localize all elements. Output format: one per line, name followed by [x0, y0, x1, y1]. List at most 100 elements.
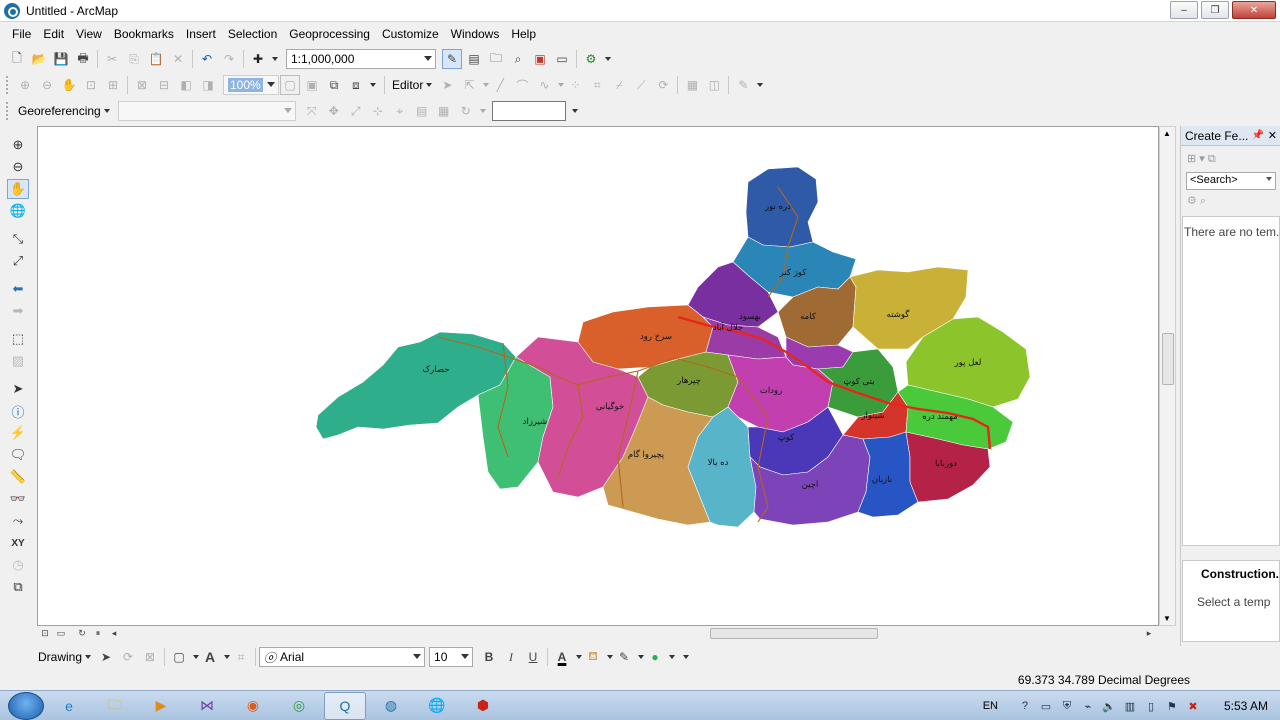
select-features-icon[interactable]: ⬚ — [7, 329, 29, 349]
pause-drawing-icon[interactable]: ⏸ — [91, 627, 105, 639]
go-to-xy-icon[interactable]: XY — [7, 533, 29, 553]
search-window-icon[interactable]: ⌕ — [508, 49, 528, 69]
pin-icon[interactable]: 📌 — [1252, 130, 1264, 141]
organize-templates-icon[interactable]: ⊞ ▾ ⧉ — [1187, 152, 1216, 166]
add-data-icon[interactable]: ✚ — [248, 49, 268, 69]
arcglobe-icon[interactable]: 🌐 — [416, 692, 458, 720]
catalog-icon[interactable]: 🗀 — [486, 49, 506, 69]
hyperlink-icon[interactable]: ⚡ — [7, 423, 29, 443]
chevron-down-icon[interactable] — [479, 109, 486, 113]
split-icon[interactable]: ⟋ — [631, 75, 651, 95]
print-icon[interactable]: 🖶 — [73, 49, 93, 69]
arccatalog-icon[interactable]: ◍ — [370, 692, 412, 720]
scroll-down-icon[interactable]: ▼ — [1163, 614, 1171, 623]
chrome-icon[interactable]: ◎ — [278, 692, 320, 720]
speaker-tray-icon[interactable]: 🔈 — [1101, 698, 1117, 714]
rectangle-icon[interactable]: ▢ — [169, 647, 189, 667]
chevron-down-icon[interactable] — [193, 655, 200, 659]
redo-icon[interactable]: ↷ — [219, 49, 239, 69]
sketch-properties-icon[interactable]: ◫ — [704, 75, 724, 95]
menu-insert[interactable]: Insert — [180, 23, 222, 45]
zoom-in-icon[interactable]: ⊕ — [7, 135, 29, 155]
horizontal-scroll-thumb[interactable] — [710, 628, 878, 639]
georeferencing-menu[interactable]: Georeferencing — [14, 104, 114, 118]
flag-tray-icon[interactable]: ⚑ — [1164, 698, 1180, 714]
line-color-icon[interactable]: ✎ — [614, 647, 634, 667]
start-button[interactable] — [8, 691, 44, 720]
rotate-degrees-icon[interactable]: ↻ — [456, 101, 476, 121]
fixed-zoom-in-icon[interactable]: ⤡ — [7, 229, 29, 249]
layout-view-icon[interactable]: ▭ — [54, 627, 68, 639]
minimize-button[interactable]: – — [1170, 1, 1198, 19]
fixed-zoom-in-icon[interactable]: ⊠ — [132, 75, 152, 95]
network-tray-icon[interactable]: ▥ — [1122, 698, 1138, 714]
scale-icon[interactable]: ⤢ — [346, 101, 366, 121]
menu-help[interactable]: Help — [505, 23, 542, 45]
fixed-zoom-out-icon[interactable]: ⊟ — [154, 75, 174, 95]
clear-selection-icon[interactable]: ▨ — [7, 351, 29, 371]
georef-layer-combo[interactable] — [117, 101, 296, 121]
template-search-input[interactable]: <Search> — [1186, 172, 1276, 190]
save-icon[interactable]: 💾 — [51, 49, 71, 69]
menu-windows[interactable]: Windows — [445, 23, 506, 45]
select-elements-icon[interactable]: ➤ — [96, 647, 116, 667]
python-window-icon[interactable]: ▭ — [552, 49, 572, 69]
model-builder-icon[interactable]: ⚙ — [581, 49, 601, 69]
vertex-icon[interactable]: ⁘ — [565, 75, 585, 95]
undo-icon[interactable]: ↶ — [197, 49, 217, 69]
zoom-selected-icon[interactable]: ⊠ — [140, 647, 160, 667]
menu-bookmarks[interactable]: Bookmarks — [108, 23, 180, 45]
new-text-icon[interactable]: A — [200, 647, 220, 667]
edit-annotation-icon[interactable]: ⇱ — [459, 75, 479, 95]
zoom-out-fixed-icon[interactable]: ⊖ — [37, 75, 57, 95]
control-points-icon[interactable]: ⌖ — [390, 101, 410, 121]
acrobat-icon[interactable]: ⬢ — [462, 692, 504, 720]
close-panel-icon[interactable]: ✕ — [1268, 129, 1277, 142]
chevron-down-icon[interactable] — [224, 655, 231, 659]
usb-tray-icon[interactable]: ⌁ — [1080, 698, 1096, 714]
toggle-draft-icon[interactable]: ▢ — [280, 75, 300, 95]
error-tray-icon[interactable]: ✖ — [1185, 698, 1201, 714]
shift-icon[interactable]: ✥ — [324, 101, 344, 121]
time-slider-icon[interactable]: ◷ — [7, 555, 29, 575]
language-indicator[interactable]: EN — [983, 700, 998, 712]
rotate-element-icon[interactable]: ⟳ — [118, 647, 138, 667]
display-tray-icon[interactable]: ▭ — [1038, 698, 1054, 714]
fixed-zoom-out-icon[interactable]: ⤢ — [7, 251, 29, 271]
font-color-icon[interactable]: A — [552, 647, 572, 667]
find-route-icon[interactable]: ⤳ — [7, 511, 29, 531]
arcmap-taskbar-icon[interactable]: Q — [324, 691, 366, 720]
map-display[interactable]: دره نور کوز کنر جلال آباد بهسود کامه گوش… — [37, 126, 1159, 626]
editor-menu[interactable]: Editor — [388, 78, 436, 92]
toolbar-options-arrow[interactable] — [571, 109, 578, 113]
create-features-icon[interactable]: ✎ — [733, 75, 753, 95]
data-view-icon[interactable]: ⊡ — [38, 627, 52, 639]
map-vertical-scrollbar[interactable]: ▲ ▼ — [1159, 126, 1176, 626]
viewer-icon[interactable]: ▦ — [434, 101, 454, 121]
layout-zoom-combo[interactable]: 100% — [223, 75, 279, 95]
fill-color-icon[interactable]: ⛾ — [583, 647, 603, 667]
drawing-menu[interactable]: Drawing — [30, 650, 95, 664]
menu-view[interactable]: View — [70, 23, 108, 45]
refresh-icon[interactable]: ↻ — [75, 627, 89, 639]
close-button[interactable]: ✕ — [1232, 1, 1276, 19]
focus-data-frame-icon[interactable]: ▣ — [302, 75, 322, 95]
data-driven-pages-icon[interactable]: ⧈ — [346, 75, 366, 95]
html-popup-icon[interactable]: 🗨 — [7, 445, 29, 465]
zoom-out-icon[interactable]: ⊖ — [7, 157, 29, 177]
new-document-icon[interactable]: 🗋 — [7, 49, 27, 69]
firefox-icon[interactable]: ◉ — [232, 692, 274, 720]
media-player-icon[interactable]: ▶ — [140, 692, 182, 720]
rotate-georef-icon[interactable]: ⤧ — [302, 101, 322, 121]
chevron-down-icon[interactable] — [576, 655, 583, 659]
font-name-combo[interactable]: ⓞ Arial — [259, 647, 426, 667]
battery-tray-icon[interactable]: ▯ — [1143, 698, 1159, 714]
chevron-down-icon[interactable] — [669, 655, 676, 659]
pan-layout-icon[interactable]: ✋ — [59, 75, 79, 95]
underline-button[interactable]: U — [523, 647, 543, 667]
chevron-down-icon[interactable] — [558, 83, 565, 87]
marker-color-icon[interactable]: ● — [645, 647, 665, 667]
toolbar-options-arrow[interactable] — [605, 57, 611, 61]
rotate-icon[interactable]: ⟳ — [653, 75, 673, 95]
add-data-dropdown-arrow[interactable] — [272, 57, 278, 61]
